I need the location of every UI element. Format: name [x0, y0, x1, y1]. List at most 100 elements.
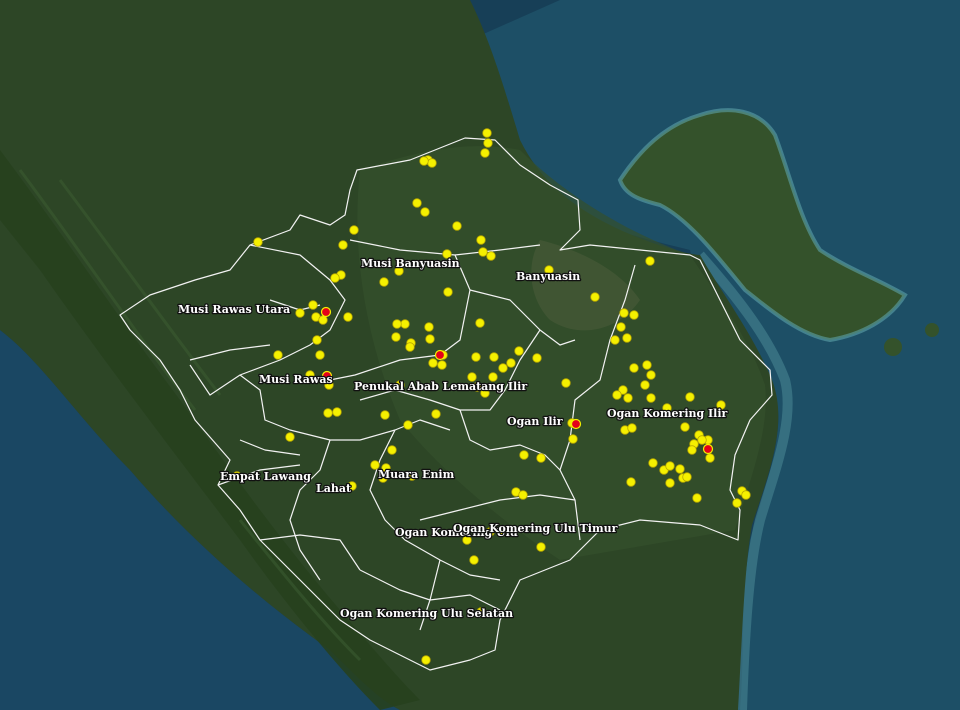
hotspot-marker[interactable] — [273, 350, 283, 360]
hotspot-marker[interactable] — [424, 322, 434, 332]
hotspot-marker[interactable] — [400, 319, 410, 329]
hotspot-marker[interactable] — [421, 655, 431, 665]
hotspot-marker[interactable] — [646, 393, 656, 403]
hotspot-marker[interactable] — [518, 490, 528, 500]
hotspot-marker[interactable] — [685, 392, 695, 402]
hotspot-marker[interactable] — [692, 493, 702, 503]
hotspot-marker[interactable] — [675, 464, 685, 474]
hotspot-marker[interactable] — [665, 461, 675, 471]
hotspot-marker[interactable] — [428, 358, 438, 368]
hotspot-marker[interactable] — [705, 453, 715, 463]
hotspot-marker[interactable] — [405, 342, 415, 352]
hotspot-marker[interactable] — [646, 370, 656, 380]
map-viewport[interactable]: Musi Rawas Utara Musi Banyuasin Banyuasi… — [0, 0, 960, 710]
hotspot-marker[interactable] — [680, 422, 690, 432]
hotspot-marker[interactable] — [489, 352, 499, 362]
label-oku-timur: Ogan Komering Ulu Timur — [453, 522, 618, 535]
hotspot-marker[interactable] — [315, 350, 325, 360]
hotspot-marker[interactable] — [343, 312, 353, 322]
hotspot-marker[interactable] — [616, 322, 626, 332]
hotspot-marker-high[interactable] — [320, 306, 332, 318]
hotspot-marker[interactable] — [519, 450, 529, 460]
hotspot-marker[interactable] — [610, 335, 620, 345]
label-musi-rawas-utara: Musi Rawas Utara — [178, 303, 290, 316]
hotspot-marker[interactable] — [732, 498, 742, 508]
hotspot-marker[interactable] — [480, 148, 490, 158]
hotspot-marker[interactable] — [471, 352, 481, 362]
hotspot-marker[interactable] — [476, 235, 486, 245]
hotspot-marker[interactable] — [295, 308, 305, 318]
hotspot-marker[interactable] — [506, 358, 516, 368]
hotspot-marker[interactable] — [483, 138, 493, 148]
hotspot-marker[interactable] — [285, 432, 295, 442]
hotspot-marker[interactable] — [623, 393, 633, 403]
label-ogan-komering-ilir: Ogan Komering Ilir — [607, 407, 728, 420]
map-canvas: Musi Rawas Utara Musi Banyuasin Banyuasi… — [0, 0, 960, 710]
label-pali: Penukal Abab Lematang Ilir — [354, 380, 527, 393]
hotspot-marker[interactable] — [308, 300, 318, 310]
hotspot-marker[interactable] — [514, 346, 524, 356]
hotspot-marker[interactable] — [536, 453, 546, 463]
hotspot-marker[interactable] — [475, 318, 485, 328]
label-ogan-ilir: Ogan Ilir — [507, 415, 563, 428]
hotspot-marker[interactable] — [403, 420, 413, 430]
hotspot-marker[interactable] — [427, 158, 437, 168]
hotspot-marker[interactable] — [627, 423, 637, 433]
hotspot-marker[interactable] — [629, 363, 639, 373]
hotspot-marker[interactable] — [682, 472, 692, 482]
label-musi-rawas: Musi Rawas — [259, 373, 333, 386]
hotspot-marker[interactable] — [425, 334, 435, 344]
hotspot-marker[interactable] — [379, 277, 389, 287]
hotspot-marker[interactable] — [392, 319, 402, 329]
hotspot-marker[interactable] — [619, 308, 629, 318]
hotspot-marker[interactable] — [590, 292, 600, 302]
hotspot-marker[interactable] — [312, 335, 322, 345]
label-banyuasin: Banyuasin — [516, 270, 580, 283]
hotspot-marker[interactable] — [349, 225, 359, 235]
hotspot-marker[interactable] — [338, 240, 348, 250]
hotspot-marker[interactable] — [648, 458, 658, 468]
hotspot-marker-high[interactable] — [434, 349, 446, 361]
hotspot-marker[interactable] — [482, 128, 492, 138]
label-oku-selatan: Ogan Komering Ulu Selatan — [340, 607, 513, 620]
hotspot-marker[interactable] — [626, 477, 636, 487]
hotspot-marker[interactable] — [452, 221, 462, 231]
hotspot-marker[interactable] — [498, 363, 508, 373]
hotspot-marker[interactable] — [332, 407, 342, 417]
hotspot-marker[interactable] — [697, 435, 707, 445]
hotspot-marker[interactable] — [622, 333, 632, 343]
hotspot-marker[interactable] — [420, 207, 430, 217]
hotspot-marker-high[interactable] — [702, 443, 714, 455]
hotspot-marker[interactable] — [391, 332, 401, 342]
hotspot-marker[interactable] — [478, 247, 488, 257]
hotspot-marker[interactable] — [412, 198, 422, 208]
hotspot-marker[interactable] — [629, 310, 639, 320]
hotspot-marker[interactable] — [419, 156, 429, 166]
hotspot-marker[interactable] — [561, 378, 571, 388]
hotspot-marker-high[interactable] — [570, 418, 582, 430]
hotspot-marker[interactable] — [323, 408, 333, 418]
hotspot-marker[interactable] — [741, 490, 751, 500]
hotspot-marker[interactable] — [532, 353, 542, 363]
hotspot-marker[interactable] — [568, 434, 578, 444]
hotspot-marker[interactable] — [665, 478, 675, 488]
hotspot-marker[interactable] — [612, 390, 622, 400]
hotspot-marker[interactable] — [330, 273, 340, 283]
hotspot-marker[interactable] — [253, 237, 263, 247]
label-musi-banyuasin: Musi Banyuasin — [361, 257, 460, 270]
hotspot-marker[interactable] — [387, 445, 397, 455]
hotspot-marker[interactable] — [431, 409, 441, 419]
hotspot-marker[interactable] — [437, 360, 447, 370]
label-muara-enim: Muara Enim — [378, 468, 455, 481]
hotspot-marker[interactable] — [645, 256, 655, 266]
hotspot-marker[interactable] — [687, 445, 697, 455]
hotspot-marker[interactable] — [642, 360, 652, 370]
label-empat-lawang: Empat Lawang — [220, 470, 311, 483]
hotspot-marker[interactable] — [640, 380, 650, 390]
hotspot-marker[interactable] — [536, 542, 546, 552]
hotspot-marker[interactable] — [443, 287, 453, 297]
hotspot-marker[interactable] — [469, 555, 479, 565]
hotspot-marker[interactable] — [486, 251, 496, 261]
label-lahat: Lahat — [316, 482, 352, 495]
hotspot-marker[interactable] — [380, 410, 390, 420]
